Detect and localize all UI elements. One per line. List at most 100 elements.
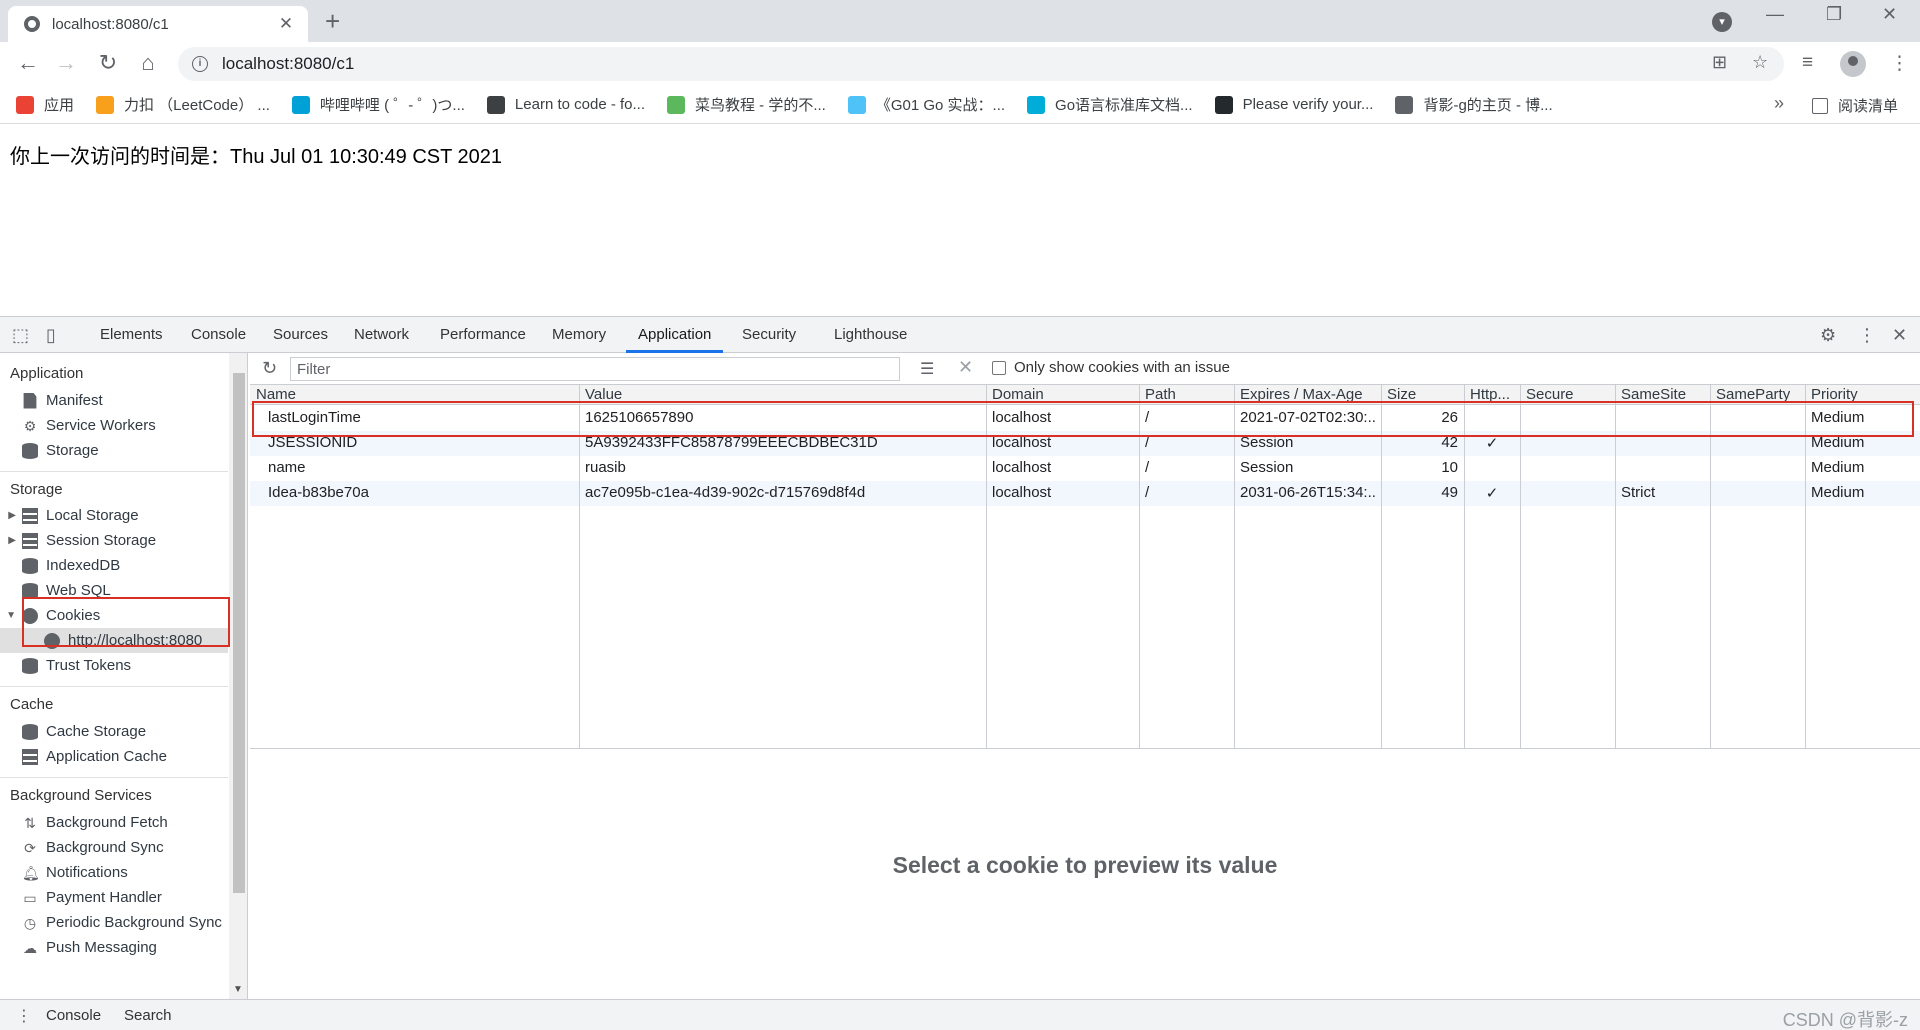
column-divider[interactable] bbox=[1139, 385, 1140, 749]
column-divider[interactable] bbox=[1381, 385, 1382, 749]
sidebar-item-background-sync[interactable]: ⟳ Background Sync bbox=[0, 835, 228, 860]
tab-close-icon[interactable]: ✕ bbox=[276, 14, 296, 34]
column-divider[interactable] bbox=[1464, 385, 1465, 749]
column-divider[interactable] bbox=[1520, 385, 1521, 749]
cookie-filter-input[interactable] bbox=[290, 357, 900, 381]
expand-arrow-icon[interactable]: ▶ bbox=[0, 535, 16, 546]
drawer-tab-search[interactable]: Search bbox=[124, 1007, 172, 1024]
column-header[interactable]: Path bbox=[1145, 386, 1176, 403]
sidebar-item-cache-storage[interactable]: Cache Storage bbox=[0, 719, 228, 744]
home-icon[interactable]: ⌂ bbox=[134, 50, 162, 76]
sidebar-item-application-cache[interactable]: Application Cache bbox=[0, 744, 228, 769]
sidebar-item-push-messaging[interactable]: ☁ Push Messaging bbox=[0, 935, 228, 960]
column-header[interactable]: Secure bbox=[1526, 386, 1574, 403]
column-header[interactable]: Priority bbox=[1811, 386, 1858, 403]
sidebar-item-periodic-background-sync[interactable]: ◷ Periodic Background Sync bbox=[0, 910, 228, 935]
install-app-icon[interactable]: ⊞ bbox=[1712, 52, 1727, 73]
column-header[interactable]: Domain bbox=[992, 386, 1044, 403]
bookmark-item[interactable]: Go语言标准库文档... bbox=[1027, 94, 1193, 115]
sidebar-item-trust-tokens[interactable]: Trust Tokens bbox=[0, 653, 228, 678]
bookmark-item[interactable]: 菜鸟教程 - 学的不... bbox=[667, 94, 826, 115]
bookmark-star-icon[interactable]: ☆ bbox=[1752, 52, 1768, 73]
devtools-tab-console[interactable]: Console bbox=[179, 317, 258, 353]
bookmark-item[interactable]: 应用 bbox=[16, 94, 74, 115]
devtools-tab-performance[interactable]: Performance bbox=[428, 317, 538, 353]
clear-filtered-cookies-icon[interactable]: ☰ bbox=[920, 359, 934, 379]
devtools-tab-security[interactable]: Security bbox=[730, 317, 808, 353]
browser-menu-icon[interactable]: ⋮ bbox=[1890, 52, 1909, 75]
scroll-down-icon[interactable]: ▼ bbox=[233, 984, 243, 995]
reading-list-button[interactable]: 阅读清单 bbox=[1812, 95, 1898, 116]
back-icon[interactable]: ← bbox=[14, 50, 42, 76]
bookmark-item[interactable]: Please verify your... bbox=[1214, 95, 1373, 114]
column-header[interactable]: Expires / Max-Age bbox=[1240, 386, 1363, 403]
expand-arrow-icon[interactable]: ▶ bbox=[0, 510, 16, 521]
sidebar-item-payment-handler[interactable]: ▭ Payment Handler bbox=[0, 885, 228, 910]
collapse-arrow-icon[interactable]: ▼ bbox=[0, 610, 16, 621]
devtools-tab-elements[interactable]: Elements bbox=[88, 317, 175, 353]
drawer-menu-icon[interactable]: ⋮ bbox=[16, 1006, 32, 1026]
sidebar-item-notifications[interactable]: 🔔︎ Notifications bbox=[0, 860, 228, 885]
devtools-tab-application[interactable]: Application bbox=[626, 317, 724, 353]
sidebar-item-local-storage[interactable]: ▶ Local Storage bbox=[0, 503, 228, 528]
bookmark-item[interactable]: 哔哩哔哩 ( ゜- ゜)つ... bbox=[291, 94, 465, 115]
browser-tab[interactable]: localhost:8080/c1 ✕ bbox=[8, 6, 308, 42]
column-divider[interactable] bbox=[1234, 385, 1235, 749]
media-control-icon[interactable]: ≡ bbox=[1802, 52, 1813, 74]
restore-icon[interactable]: ❐ bbox=[1826, 4, 1842, 25]
drawer-tab-console[interactable]: Console bbox=[46, 1007, 101, 1024]
new-tab-button[interactable]: + bbox=[325, 6, 340, 36]
bookmark-item[interactable]: Learn to code - fo... bbox=[486, 95, 645, 114]
sidebar-item-cookie-origin[interactable]: http://localhost:8080 bbox=[0, 628, 228, 653]
refresh-icon[interactable]: ↻ bbox=[262, 358, 277, 379]
bookmarks-overflow-icon[interactable]: » bbox=[1774, 93, 1784, 114]
minimize-icon[interactable]: — bbox=[1766, 4, 1784, 25]
column-header[interactable]: Name bbox=[256, 386, 296, 403]
column-divider[interactable] bbox=[579, 385, 580, 749]
sidebar-item-manifest[interactable]: Manifest bbox=[0, 388, 228, 413]
bookmark-item[interactable]: 《G01 Go 实战：... bbox=[847, 94, 1005, 115]
devtools-tab-sources[interactable]: Sources bbox=[261, 317, 340, 353]
url-text[interactable]: localhost:8080/c1 bbox=[222, 54, 354, 74]
sidebar-scrollbar[interactable]: ▼ bbox=[229, 353, 247, 999]
inspect-element-icon[interactable]: ⬚ bbox=[12, 325, 29, 346]
forward-icon[interactable]: → bbox=[52, 50, 80, 76]
column-header[interactable]: SameParty bbox=[1716, 386, 1790, 403]
table-row[interactable]: lastLoginTime 1625106657890 localhost / 2021… bbox=[250, 406, 1920, 431]
table-row[interactable]: JSESSIONID 5A9392433FFC85878799EEECBDBEC3… bbox=[250, 431, 1920, 456]
devtools-close-icon[interactable]: ✕ bbox=[1892, 325, 1907, 346]
column-divider[interactable] bbox=[1710, 385, 1711, 749]
window-close-icon[interactable]: ✕ bbox=[1882, 4, 1897, 25]
site-info-icon[interactable]: i bbox=[192, 56, 208, 72]
sidebar-item-web-sql[interactable]: Web SQL bbox=[0, 578, 228, 603]
sidebar-item-service-workers[interactable]: ⚙ Service Workers bbox=[0, 413, 228, 438]
bookmark-item[interactable]: 力扣 （LeetCode） ... bbox=[96, 94, 270, 115]
table-row[interactable]: Idea-b83be70a ac7e095b-c1ea-4d39-902c-d71… bbox=[250, 481, 1920, 506]
table-row[interactable]: name ruasib localhost / Session 10 Medium bbox=[250, 456, 1920, 481]
profile-avatar[interactable] bbox=[1840, 51, 1866, 77]
sidebar-item-indexeddb[interactable]: IndexedDB bbox=[0, 553, 228, 578]
device-toolbar-icon[interactable]: ▯ bbox=[46, 325, 56, 346]
column-divider[interactable] bbox=[1805, 385, 1806, 749]
column-header[interactable]: SameSite bbox=[1621, 386, 1686, 403]
column-divider[interactable] bbox=[1615, 385, 1616, 749]
settings-gear-icon[interactable]: ⚙ bbox=[1820, 325, 1836, 346]
column-header[interactable]: Http... bbox=[1470, 386, 1510, 403]
devtools-tab-network[interactable]: Network bbox=[342, 317, 421, 353]
sidebar-item-cookies[interactable]: ▼ Cookies bbox=[0, 603, 228, 628]
devtools-menu-icon[interactable]: ⋮ bbox=[1858, 325, 1876, 346]
scrollbar-thumb[interactable] bbox=[233, 373, 245, 893]
address-bar[interactable]: i localhost:8080/c1 bbox=[178, 47, 1784, 81]
tab-search-icon[interactable]: ▾ bbox=[1712, 12, 1732, 32]
sidebar-item-background-fetch[interactable]: ⇅ Background Fetch bbox=[0, 810, 228, 835]
devtools-tab-lighthouse[interactable]: Lighthouse bbox=[822, 317, 919, 353]
reload-icon[interactable]: ↻ bbox=[94, 50, 122, 76]
column-divider[interactable] bbox=[986, 385, 987, 749]
sidebar-item-session-storage[interactable]: ▶ Session Storage bbox=[0, 528, 228, 553]
delete-selected-icon[interactable]: ✕ bbox=[958, 357, 973, 378]
sidebar-item-storage[interactable]: Storage bbox=[0, 438, 228, 463]
only-issues-checkbox[interactable] bbox=[992, 361, 1006, 375]
bookmark-item[interactable]: 背影-g的主页 - 博... bbox=[1395, 94, 1553, 115]
devtools-tab-memory[interactable]: Memory bbox=[540, 317, 618, 353]
column-header[interactable]: Size bbox=[1387, 386, 1416, 403]
